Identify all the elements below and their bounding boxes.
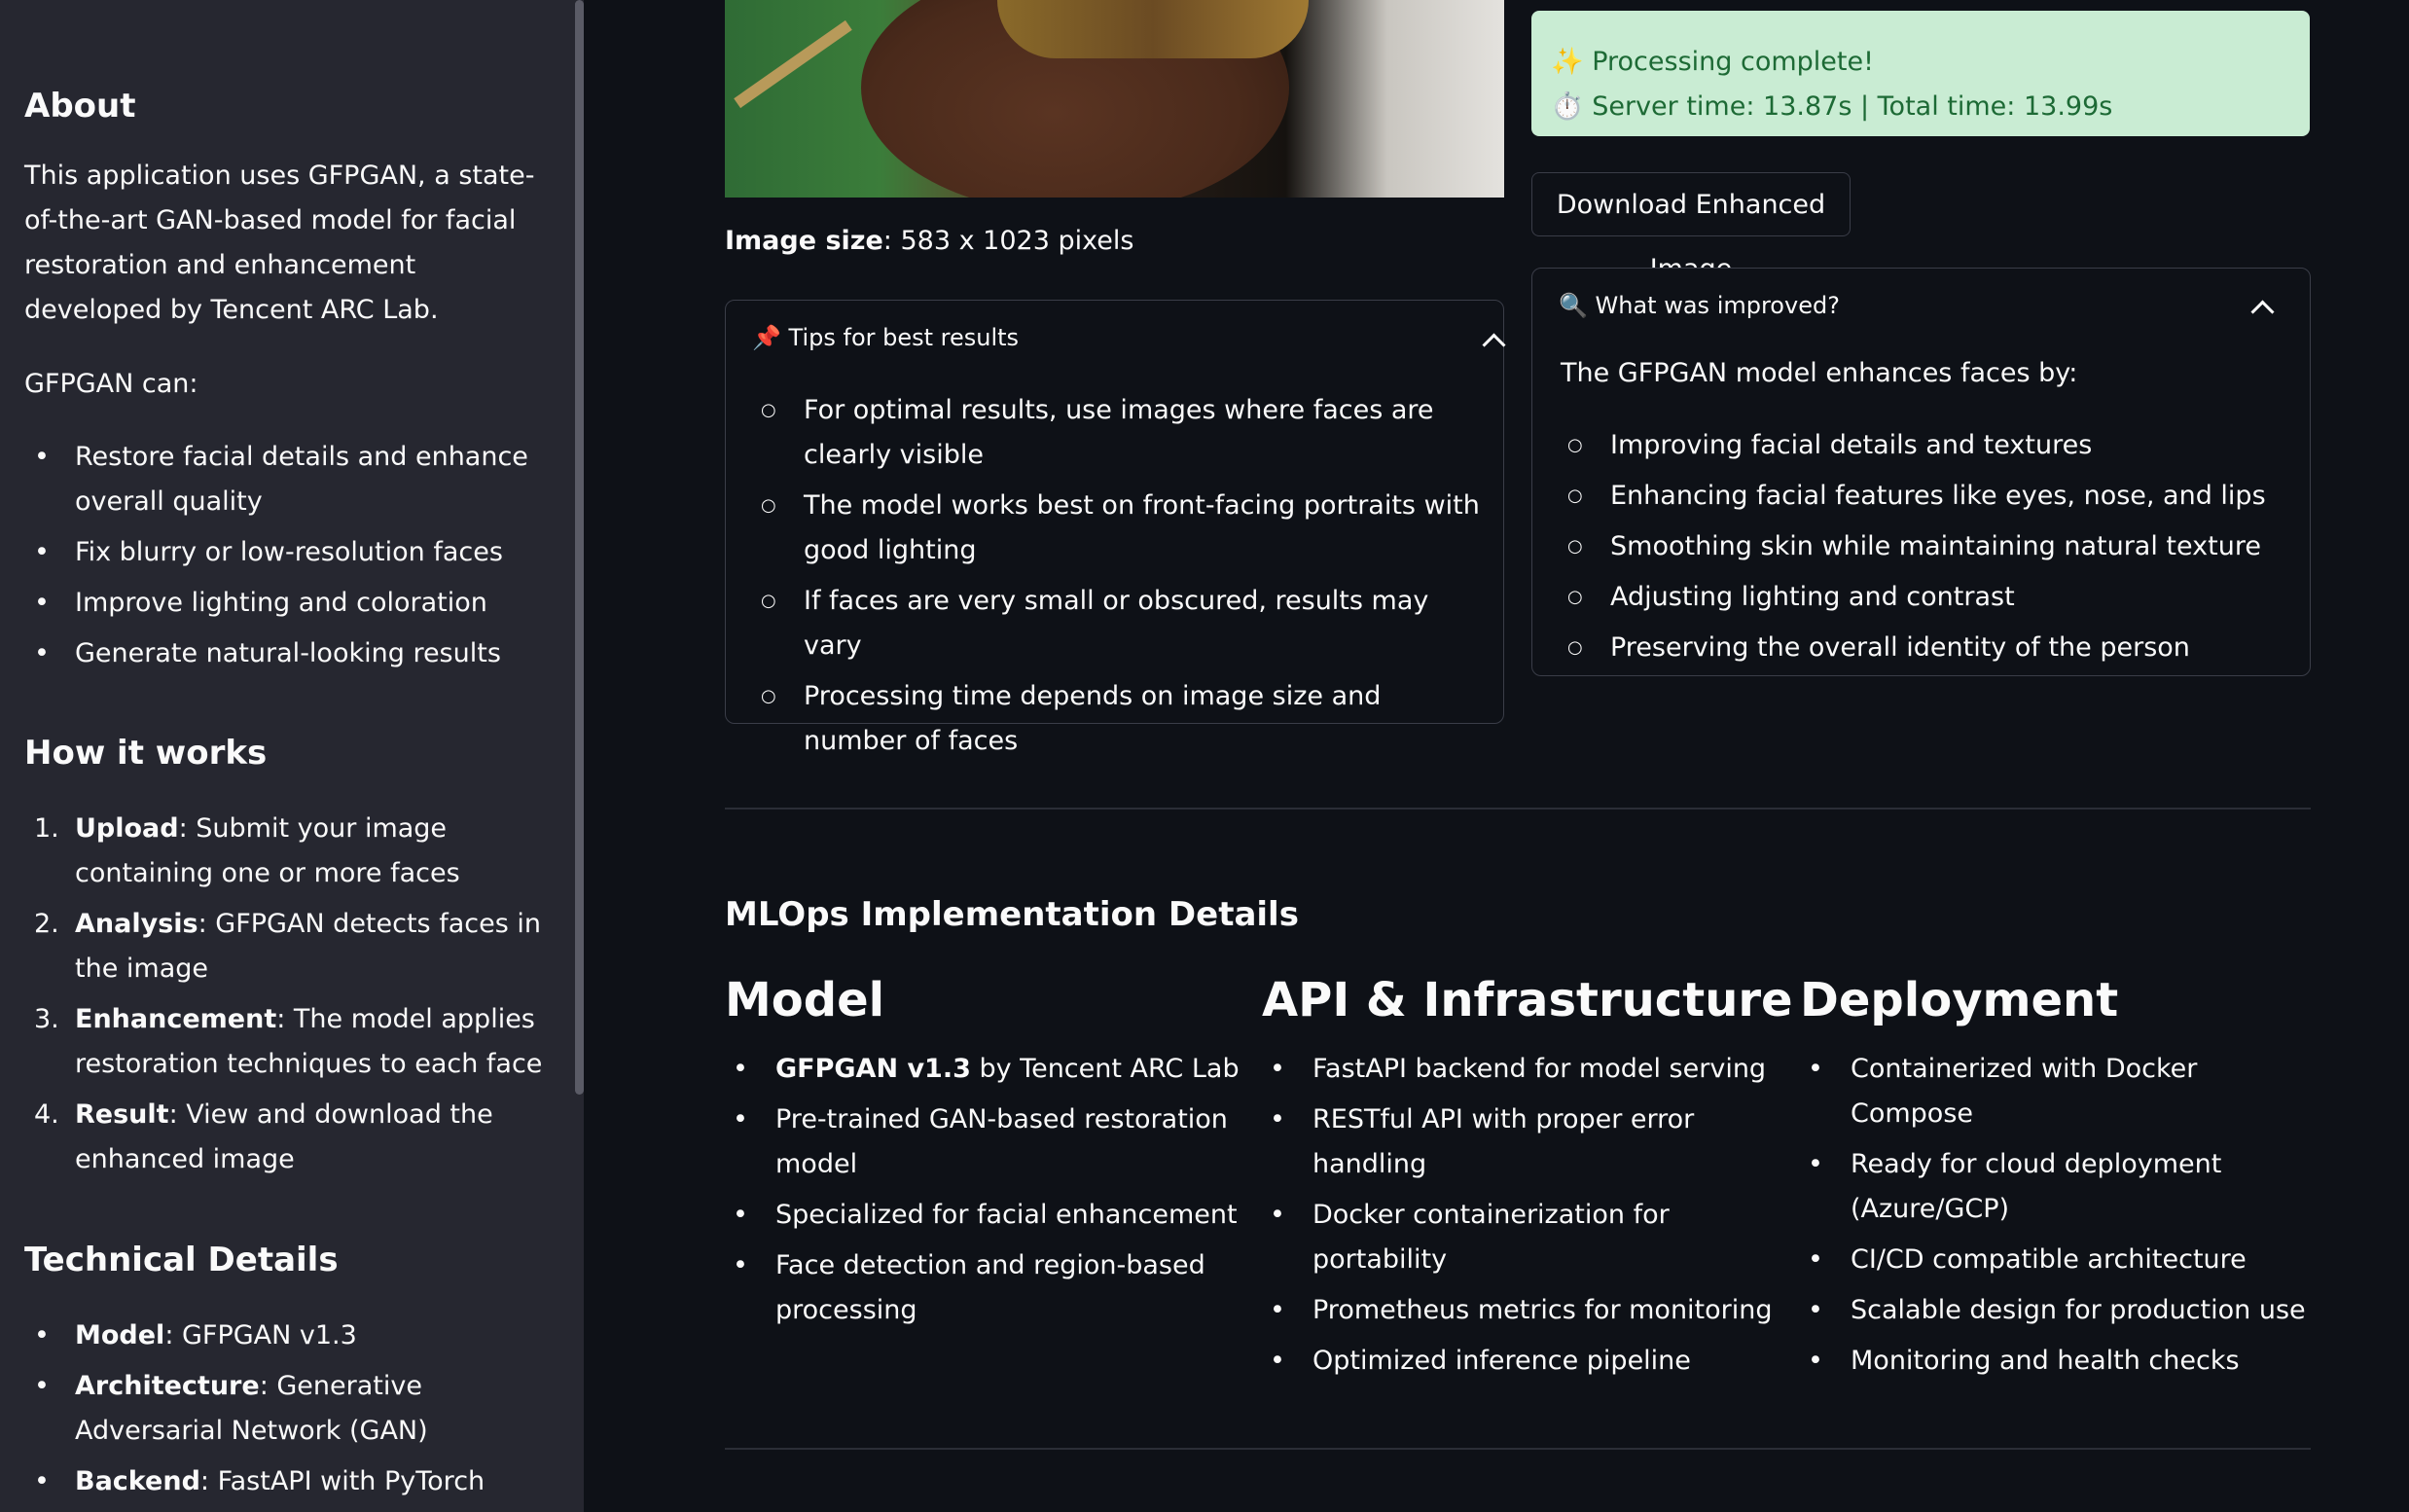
pushpin-icon: 📌 xyxy=(752,324,781,351)
original-image xyxy=(725,0,1504,198)
list-item: ○ For optimal results, use images where f… xyxy=(761,395,1434,470)
list-item: • RESTful API with proper error handling xyxy=(1270,1104,1695,1179)
improved-expander: 🔍 What was improved? The GFPGAN model en… xyxy=(1531,268,2311,676)
status-message: Processing complete! xyxy=(1592,47,1874,77)
list-item: • Restore facial details and enhance over… xyxy=(34,442,528,517)
deployment-list: • Containerized with Docker Compose • Read… xyxy=(1800,1047,2316,1384)
mlops-heading: MLOps Implementation Details xyxy=(725,895,1299,934)
tips-expander-header[interactable]: 📌 Tips for best results xyxy=(752,324,1019,351)
image-size-caption: Image size: 583 x 1023 pixels xyxy=(725,226,1134,256)
list-item: • GFPGAN v1.3 by Tencent ARC Lab xyxy=(733,1054,1240,1084)
divider xyxy=(725,808,2311,810)
sparkles-icon: ✨ xyxy=(1551,47,1584,77)
list-item: • Prometheus metrics for monitoring xyxy=(1270,1295,1773,1325)
model-column: Model • GFPGAN v1.3 by Tencent ARC Lab • P… xyxy=(725,973,1240,1339)
chevron-up-icon[interactable] xyxy=(1482,333,1506,357)
how-it-works-list: 1. Upload: Submit your image containing o… xyxy=(24,807,550,1188)
list-item: • Generate natural-looking results xyxy=(34,638,501,668)
list-item: • Monitoring and health checks xyxy=(1808,1346,2240,1376)
gfpgan-can-list: • Restore facial details and enhance over… xyxy=(24,435,550,682)
processing-status: ✨ Processing complete! ⏱️ Server time: 1… xyxy=(1531,11,2310,136)
improved-expander-header[interactable]: 🔍 What was improved? xyxy=(1559,292,1840,319)
tips-title: Tips for best results xyxy=(788,324,1020,351)
model-heading: Model xyxy=(725,973,885,1027)
deployment-column: Deployment • Containerized with Docker Co… xyxy=(1800,973,2316,1389)
list-item: ○ Enhancing facial features like eyes, no… xyxy=(1567,481,2266,511)
technical-details-heading: Technical Details xyxy=(24,1241,339,1279)
list-item: ○ Improving facial details and textures xyxy=(1567,430,2093,460)
api-heading: API & Infrastructure xyxy=(1262,973,1793,1027)
improved-intro: The GFPGAN model enhances faces by: xyxy=(1561,358,2078,388)
technical-details-list: • Model: GFPGAN v1.3 • Architecture: Gener… xyxy=(24,1314,550,1510)
list-item: ○ Smoothing skin while maintaining natura… xyxy=(1567,531,2261,561)
list-item: • Architecture: Generative Adversarial Ne… xyxy=(34,1371,428,1446)
list-item: • Backend: FastAPI with PyTorch xyxy=(34,1466,485,1496)
api-infrastructure-column: API & Infrastructure • FastAPI backend fo… xyxy=(1262,973,1793,1389)
list-item: ○ Processing time depends on image size a… xyxy=(761,681,1382,756)
how-it-works-heading: How it works xyxy=(24,734,268,773)
chevron-up-icon[interactable] xyxy=(2250,300,2275,324)
list-item: • Fix blurry or low-resolution faces xyxy=(34,537,503,567)
tips-list: ○ For optimal results, use images where f… xyxy=(726,388,1485,770)
list-item: 3. Enhancement: The model applies restora… xyxy=(34,1004,543,1079)
timing-info: Server time: 13.87s | Total time: 13.99s xyxy=(1592,91,2113,122)
list-item: ○ Preserving the overall identity of the … xyxy=(1567,632,2190,663)
sidebar-scrollbar[interactable] xyxy=(575,0,584,1095)
list-item: • Pre-trained GAN-based restoration model xyxy=(733,1104,1228,1179)
download-enhanced-image-button[interactable]: Download Enhanced Image xyxy=(1531,172,1851,284)
sidebar: About This application uses GFPGAN, a st… xyxy=(0,0,584,1512)
list-item: ○ The model works best on front-facing po… xyxy=(761,490,1480,565)
list-item: 4. Result: View and download the enhanced… xyxy=(34,1099,493,1174)
list-item: • FastAPI backend for model serving xyxy=(1270,1054,1767,1084)
list-item: • Ready for cloud deployment (Azure/GCP) xyxy=(1808,1149,2222,1224)
deployment-heading: Deployment xyxy=(1800,973,2119,1027)
tips-expander: 📌 Tips for best results ○ For optimal res… xyxy=(725,300,1506,756)
list-item: • Docker containerization for portability xyxy=(1270,1200,1670,1275)
list-item: ○ If faces are very small or obscured, re… xyxy=(761,586,1429,661)
improved-list: ○ Improving facial details and textures ○… xyxy=(1532,423,2291,676)
list-item: • CI/CD compatible architecture xyxy=(1808,1244,2247,1275)
about-heading: About xyxy=(24,87,136,126)
list-item: • Scalable design for production use xyxy=(1808,1295,2306,1325)
about-text: This application uses GFPGAN, a state-of… xyxy=(24,161,535,325)
list-item: ○ Adjusting lighting and contrast xyxy=(1567,582,2015,612)
divider xyxy=(725,1448,2311,1450)
list-item: • Model: GFPGAN v1.3 xyxy=(34,1320,357,1350)
api-list: • FastAPI backend for model serving • REST… xyxy=(1262,1047,1778,1384)
gfpgan-can-label: GFPGAN can: xyxy=(24,369,198,399)
improved-title: What was improved? xyxy=(1595,292,1840,319)
list-item: • Specialized for facial enhancement xyxy=(733,1200,1238,1230)
list-item: • Face detection and region-based process… xyxy=(733,1250,1205,1325)
magnifier-icon: 🔍 xyxy=(1559,292,1588,319)
list-item: • Improve lighting and coloration xyxy=(34,588,487,618)
main-content: Image size: 583 x 1023 pixels 📌 Tips for… xyxy=(584,0,2409,1512)
list-item: 2. Analysis: GFPGAN detects faces in the … xyxy=(34,909,541,984)
list-item: 1. Upload: Submit your image containing o… xyxy=(34,813,460,888)
list-item: • Containerized with Docker Compose xyxy=(1808,1054,2198,1129)
model-list: • GFPGAN v1.3 by Tencent ARC Lab • Pre-tra… xyxy=(725,1047,1240,1333)
stopwatch-icon: ⏱️ xyxy=(1551,91,1584,122)
list-item: • Optimized inference pipeline xyxy=(1270,1346,1691,1376)
